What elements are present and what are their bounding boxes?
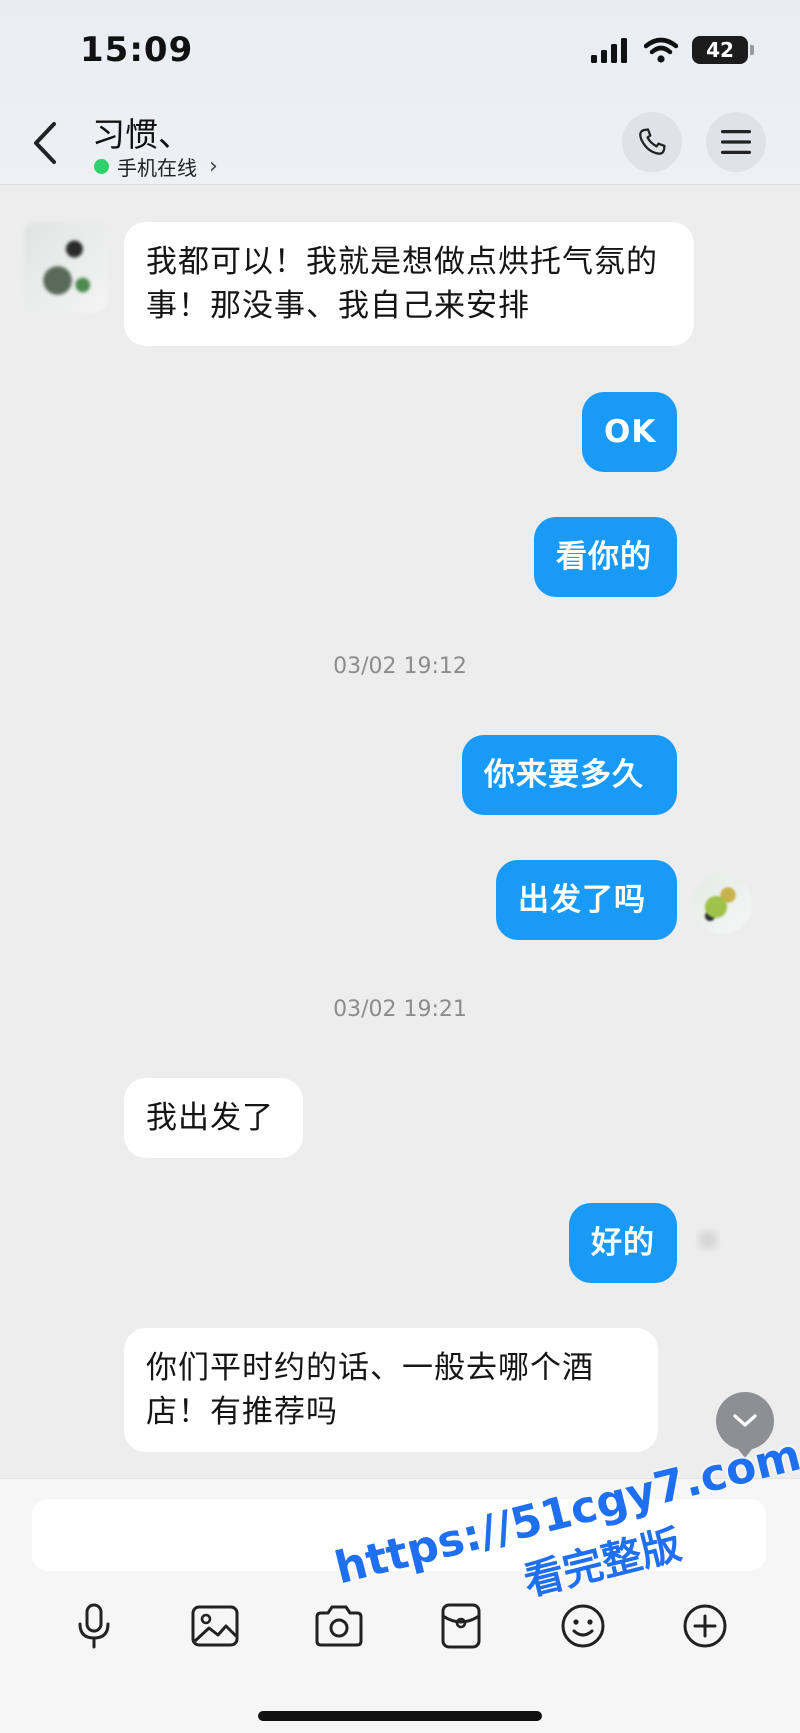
- add-icon: [683, 1604, 727, 1648]
- image-icon: [191, 1605, 239, 1647]
- message-bubble-incoming[interactable]: 你们平时约的话、一般去哪个酒店！有推荐吗: [124, 1328, 658, 1452]
- chevron-down-icon: [733, 1414, 757, 1427]
- add-button[interactable]: [676, 1597, 734, 1655]
- phone-icon: [639, 128, 666, 155]
- image-button[interactable]: [186, 1597, 244, 1655]
- contact-name[interactable]: 习惯、: [92, 108, 191, 156]
- avatar[interactable]: [690, 1225, 726, 1255]
- battery-icon: 42: [692, 36, 754, 64]
- chevron-right-icon: ›: [209, 154, 218, 179]
- online-status-text: 手机在线: [117, 156, 197, 180]
- message-bubble-outgoing[interactable]: 你来要多久: [462, 735, 677, 815]
- online-dot: [94, 159, 109, 174]
- voice-button[interactable]: [65, 1597, 123, 1655]
- home-indicator: [258, 1711, 542, 1721]
- status-time: 15:09: [80, 30, 194, 70]
- avatar[interactable]: [24, 222, 108, 312]
- chat-header: 15:09 42 习惯、 手机在线 ›: [0, 0, 800, 185]
- message-bubble-outgoing[interactable]: OK: [582, 392, 677, 472]
- emoji-button[interactable]: [554, 1597, 612, 1655]
- message-bubble-incoming[interactable]: 我都可以！我就是想做点烘托气氛的事！那没事、我自己来安排: [124, 222, 694, 346]
- message-bubble-outgoing[interactable]: 看你的: [534, 517, 677, 597]
- message-bubble-outgoing[interactable]: 好的: [569, 1203, 677, 1283]
- online-status[interactable]: 手机在线 ›: [94, 152, 218, 181]
- hamburger-icon: [721, 130, 751, 154]
- emoji-icon: [561, 1604, 605, 1648]
- message-timestamp: 03/02 19:21: [333, 997, 467, 1022]
- signal-icon: [591, 38, 627, 63]
- message-bubble-outgoing[interactable]: 出发了吗: [496, 860, 677, 940]
- message-bubble-incoming[interactable]: 我出发了: [124, 1078, 303, 1158]
- message-timestamp: 03/02 19:12: [333, 654, 467, 679]
- chevron-left-icon: [34, 122, 56, 164]
- menu-button[interactable]: [706, 112, 766, 172]
- microphone-icon: [78, 1603, 110, 1649]
- call-button[interactable]: [622, 112, 682, 172]
- wifi-icon: [644, 37, 678, 63]
- back-button[interactable]: [26, 118, 66, 168]
- status-icons: 42: [590, 36, 754, 64]
- avatar[interactable]: [692, 874, 752, 934]
